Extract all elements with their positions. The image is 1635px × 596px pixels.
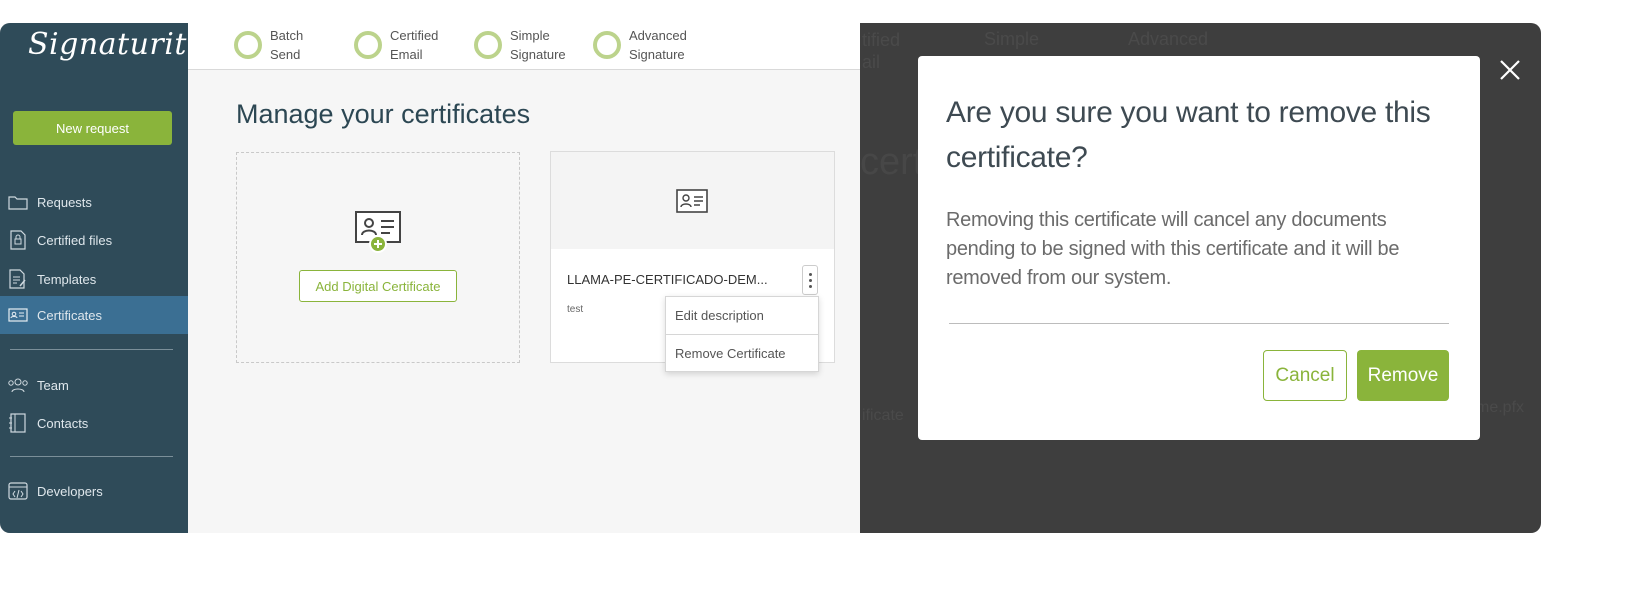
add-certificate-card[interactable]: Add Digital Certificate — [236, 152, 520, 363]
template-icon — [7, 269, 29, 289]
sidebar-item-label: Certified files — [37, 232, 113, 248]
step-ring-icon — [234, 31, 262, 59]
sidebar-item-label: Templates — [37, 271, 97, 287]
sidebar-item-label: Requests — [37, 194, 92, 210]
sidebar-item-label: Developers — [37, 483, 103, 499]
sidebar-item-certificates[interactable]: Certificates — [0, 296, 188, 334]
ghost-step-advanced: Advanced — [1128, 29, 1209, 49]
signaturit-logo[interactable]: Signaturit — [28, 27, 187, 62]
sidebar-divider — [10, 349, 173, 350]
confirm-remove-dialog: Are you sure you want to remove this cer… — [918, 56, 1480, 440]
team-icon — [7, 376, 29, 394]
ghost-file: me.pfx — [1476, 399, 1525, 416]
step-ring-icon — [474, 31, 502, 59]
new-request-button[interactable]: New request — [13, 111, 172, 145]
sidebar-item-certified-files[interactable]: Certified files — [0, 221, 188, 259]
certificate-icon — [676, 189, 708, 218]
step-ring-icon — [593, 31, 621, 59]
sidebar-item-label: Contacts — [37, 415, 89, 431]
certificate-icon — [7, 306, 29, 324]
sidebar-divider — [10, 456, 173, 457]
page-title: Manage your certificates — [236, 99, 531, 129]
menu-item-remove-certificate[interactable]: Remove Certificate — [666, 334, 818, 372]
ghost-step-simple: Simple — [984, 29, 1040, 49]
more-options-icon[interactable] — [802, 265, 818, 295]
sidebar: Signaturit New request Requests Certifie… — [0, 23, 188, 533]
main-panel: Signaturit New request Requests Certifie… — [0, 23, 860, 533]
certificate-description: test — [567, 304, 584, 315]
certificate-name: LLAMA-PE-CERTIFICADO-DEM... — [567, 272, 768, 287]
close-icon[interactable] — [1498, 58, 1522, 82]
sidebar-item-label: Team — [37, 377, 69, 393]
dialog-title: Are you sure you want to remove this cer… — [946, 96, 1431, 174]
step-certified-email[interactable]: Certified Email — [354, 26, 438, 64]
step-advanced-signature[interactable]: Advanced Signature — [593, 26, 687, 64]
step-label: Advanced Signature — [629, 28, 687, 62]
step-ring-icon — [354, 31, 382, 59]
step-batch-send[interactable]: Batch Send — [234, 26, 303, 64]
certificate-context-menu: Edit description Remove Certificate — [665, 296, 819, 372]
certificate-card-header — [551, 152, 834, 249]
sidebar-item-contacts[interactable]: Contacts — [0, 404, 188, 442]
sidebar-item-developers[interactable]: Developers — [0, 472, 188, 510]
sidebar-item-label: Certificates — [37, 307, 103, 323]
code-icon — [7, 482, 29, 500]
step-label: Certified Email — [390, 28, 439, 62]
app-window: tified ail Simple Advanced certi ificate… — [0, 23, 1541, 533]
ghost-row: ificate — [862, 407, 904, 424]
folder-icon — [7, 193, 29, 211]
cancel-button[interactable]: Cancel — [1263, 350, 1347, 401]
sidebar-item-team[interactable]: Team — [0, 366, 188, 404]
product-steps-bar: Batch Send Certified Email Simple Signat… — [188, 23, 860, 70]
step-label: Simple Signature — [510, 28, 566, 62]
certified-file-icon — [7, 230, 29, 250]
step-simple-signature[interactable]: Simple Signature — [474, 26, 566, 64]
ghost-step-certified: tified ail — [862, 30, 901, 72]
dialog-message: Removing this certificate will cancel an… — [946, 209, 1400, 289]
sidebar-item-templates[interactable]: Templates — [0, 260, 188, 298]
menu-item-edit-description[interactable]: Edit description — [666, 297, 818, 334]
step-label: Batch Send — [270, 28, 304, 62]
add-digital-certificate-button[interactable]: Add Digital Certificate — [299, 270, 457, 302]
add-certificate-icon — [354, 210, 404, 259]
contacts-book-icon — [7, 413, 29, 433]
remove-button[interactable]: Remove — [1357, 350, 1449, 401]
sidebar-item-requests[interactable]: Requests — [0, 183, 188, 221]
dialog-divider — [949, 323, 1449, 324]
